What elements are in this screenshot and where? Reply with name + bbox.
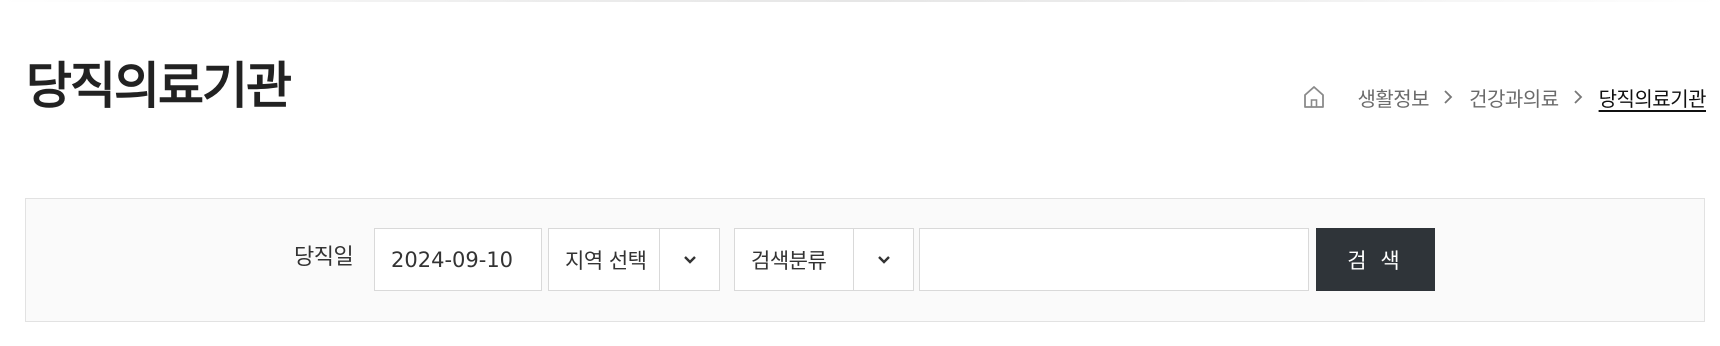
- search-button[interactable]: 검 색: [1316, 228, 1435, 291]
- duty-date-value: 2024-09-10: [391, 247, 514, 272]
- region-select[interactable]: 지역 선택: [548, 228, 720, 291]
- chevron-down-icon[interactable]: [659, 229, 719, 290]
- chevron-right-icon: [1443, 90, 1455, 104]
- breadcrumb-item-health[interactable]: 건강과의료: [1469, 83, 1559, 112]
- breadcrumb-item-current[interactable]: 당직의료기관: [1599, 83, 1707, 112]
- category-select[interactable]: 검색분류: [734, 228, 914, 291]
- home-icon[interactable]: [1301, 84, 1327, 110]
- chevron-down-icon[interactable]: [853, 229, 913, 290]
- chevron-right-icon: [1573, 90, 1585, 104]
- search-panel: 당직일 2024-09-10 지역 선택 검색분류 검 색: [25, 198, 1705, 322]
- breadcrumb-item-life-info[interactable]: 생활정보: [1357, 83, 1429, 112]
- breadcrumb: 생활정보 건강과의료 당직의료기관: [1301, 80, 1707, 114]
- region-select-value: 지역 선택: [565, 248, 647, 273]
- duty-date-label: 당직일: [294, 245, 354, 270]
- category-select-value: 검색분류: [751, 248, 827, 273]
- keyword-input[interactable]: [919, 228, 1309, 291]
- duty-date-input[interactable]: 2024-09-10: [374, 228, 542, 291]
- top-divider: [0, 0, 1720, 2]
- page-title: 당직의료기관: [26, 57, 292, 115]
